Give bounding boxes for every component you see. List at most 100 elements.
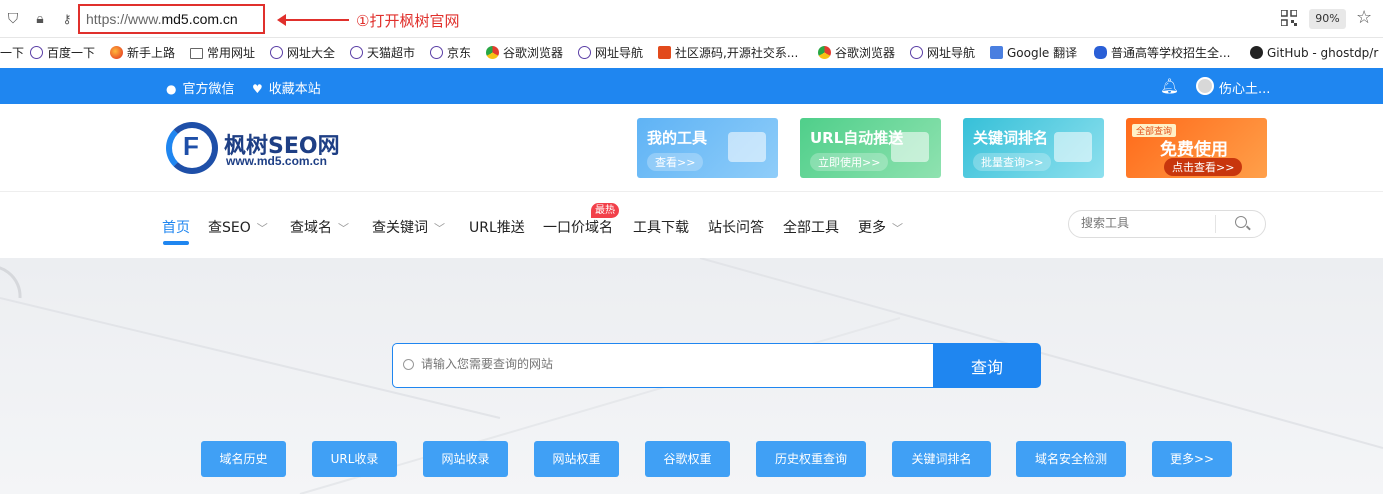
site-top-strip: ● 官方微信 ♥ 收藏本站 🔔︎ 伤心土... — [0, 68, 1383, 104]
bar-chart-icon — [1054, 132, 1092, 162]
url-domain: md5.com.cn — [161, 11, 238, 27]
main-nav: 首页 查SEO ﹀ 查域名 ﹀ 查关键词 ﹀ URL推送 一口价域名 最热 工具下载 … — [0, 192, 1383, 258]
free-use-card[interactable]: 全部查询 免费使用 点击查看>> — [1126, 118, 1267, 178]
quick-link-keyword-rank[interactable]: 关键词排名 — [892, 441, 991, 477]
quick-link-google-weight[interactable]: 谷歌权重 — [645, 441, 730, 477]
bookmark-item[interactable]: 新手上路 — [110, 45, 175, 61]
quick-link-site-index[interactable]: 网站收录 — [423, 441, 508, 477]
bookmark-star-icon[interactable]: ☆ — [1356, 7, 1372, 28]
card-button[interactable]: 点击查看>> — [1164, 158, 1243, 176]
globe-icon — [578, 46, 591, 59]
bookmark-item[interactable]: 天猫超市 — [350, 45, 415, 61]
qr-code-icon[interactable] — [1281, 10, 1297, 26]
wechat-link[interactable]: ● 官方微信 — [166, 78, 235, 97]
logo-domain: www.md5.com.cn — [226, 154, 327, 168]
bookmarks-bar: 一下 百度一下 新手上路 常用网址 网址大全 天猫超市 京东 谷歌浏览器 网址导… — [0, 38, 1383, 68]
toolbox-icon — [728, 132, 766, 162]
tool-search — [1068, 210, 1266, 238]
baidu-paw-icon — [1094, 46, 1107, 59]
github-icon — [1250, 46, 1263, 59]
search-icon — [403, 359, 414, 370]
card-title: 免费使用 — [1160, 140, 1228, 160]
chrome-icon — [818, 46, 831, 59]
url-input[interactable]: https://www.md5.com.cn — [78, 4, 265, 34]
card-title: 关键词排名 — [973, 129, 1049, 147]
firefox-icon — [110, 46, 123, 59]
url-icon — [891, 132, 929, 162]
bell-icon[interactable]: 🔔︎ — [1160, 77, 1179, 95]
globe-icon — [910, 46, 923, 59]
site-header: 枫树SEO网 www.md5.com.cn 我的工具 查看>> URL自动推送 … — [0, 104, 1383, 192]
bookmark-item[interactable]: 京东 — [430, 45, 471, 61]
bookmark-item[interactable]: 常用网址 — [190, 45, 255, 61]
nav-domain-price[interactable]: 一口价域名 — [543, 217, 613, 237]
bookmark-item[interactable]: Google 翻译 — [990, 45, 1077, 61]
wechat-icon: ● — [166, 82, 177, 96]
lock-icon[interactable]: 🔒︎ — [31, 10, 49, 28]
bookmark-item[interactable]: GitHub - ghostdp/r — [1250, 45, 1378, 61]
nav-qa[interactable]: 站长问答 — [708, 217, 764, 237]
site-search-input[interactable] — [421, 357, 901, 371]
nav-seo[interactable]: 查SEO ﹀ — [208, 217, 268, 237]
chrome-icon — [486, 46, 499, 59]
bookmark-item[interactable]: 一下 — [0, 45, 24, 61]
tool-search-input[interactable] — [1081, 216, 1211, 230]
bookmark-item[interactable]: 社区源码,开源社交系... — [658, 45, 798, 61]
keyword-rank-card[interactable]: 关键词排名 批量查询>> — [963, 118, 1104, 178]
logo-icon[interactable] — [166, 122, 218, 174]
my-tools-card[interactable]: 我的工具 查看>> — [637, 118, 778, 178]
globe-icon — [30, 46, 43, 59]
avatar[interactable] — [1196, 77, 1214, 95]
nav-domain[interactable]: 查域名 ﹀ — [290, 217, 349, 237]
shield-icon[interactable]: ⛉ — [4, 10, 22, 28]
permissions-icon[interactable]: ⚷ — [58, 10, 76, 28]
nav-more[interactable]: 更多 ﹀ — [858, 217, 903, 237]
hero-section: 查询 域名历史 URL收录 网站收录 网站权重 谷歌权重 历史权重查询 关键词排… — [0, 258, 1383, 494]
nav-active-indicator — [163, 241, 189, 245]
folder-icon — [190, 48, 203, 59]
card-button[interactable]: 查看>> — [647, 153, 704, 171]
bookmark-item[interactable]: 谷歌浏览器 — [818, 45, 895, 61]
translate-icon — [990, 46, 1003, 59]
card-button[interactable]: 批量查询>> — [973, 153, 1052, 171]
globe-icon — [270, 46, 283, 59]
annotation-text: ①打开枫树官网 — [356, 12, 460, 30]
quick-link-site-weight[interactable]: 网站权重 — [534, 441, 619, 477]
site-search-field — [392, 343, 933, 388]
bookmark-item[interactable]: 百度一下 — [30, 45, 95, 61]
search-icon[interactable] — [1235, 216, 1247, 228]
chevron-down-icon: ﹀ — [256, 222, 268, 235]
zoom-level[interactable]: 90% — [1309, 9, 1346, 29]
nav-keyword[interactable]: 查关键词 ﹀ — [372, 217, 445, 237]
favorite-link[interactable]: ♥ 收藏本站 — [252, 78, 321, 97]
quick-link-domain-security[interactable]: 域名安全检测 — [1016, 441, 1126, 477]
site-icon — [658, 46, 671, 59]
card-title: URL自动推送 — [810, 129, 904, 147]
user-name[interactable]: 伤心土... — [1219, 78, 1270, 97]
nav-download[interactable]: 工具下载 — [633, 217, 689, 237]
bookmark-item[interactable]: 网址大全 — [270, 45, 335, 61]
card-button[interactable]: 立即使用>> — [810, 153, 889, 171]
quick-link-domain-history[interactable]: 域名历史 — [201, 441, 286, 477]
divider — [1215, 215, 1216, 233]
quick-link-weight-history[interactable]: 历史权重查询 — [756, 441, 866, 477]
nav-url-push[interactable]: URL推送 — [469, 217, 525, 237]
bookmark-item[interactable]: 网址导航 — [578, 45, 643, 61]
site-search: 查询 — [392, 343, 1041, 388]
bookmark-item[interactable]: 网址导航 — [910, 45, 975, 61]
url-push-card[interactable]: URL自动推送 立即使用>> — [800, 118, 941, 178]
bookmark-item[interactable]: 谷歌浏览器 — [486, 45, 563, 61]
nav-all-tools[interactable]: 全部工具 — [783, 217, 839, 237]
chevron-down-icon: ﹀ — [892, 222, 903, 235]
hot-badge: 最热 — [591, 203, 619, 218]
search-button[interactable]: 查询 — [933, 343, 1041, 388]
quick-link-url-index[interactable]: URL收录 — [312, 441, 397, 477]
quick-link-more[interactable]: 更多>> — [1152, 441, 1232, 477]
card-title: 我的工具 — [647, 129, 708, 147]
nav-home[interactable]: 首页 — [162, 217, 190, 237]
globe-icon — [430, 46, 443, 59]
bookmark-item[interactable]: 普通高等学校招生全... — [1094, 45, 1230, 61]
url-prefix: https://www. — [86, 11, 162, 27]
chevron-down-icon: ﹀ — [434, 222, 445, 235]
annotation-arrow — [277, 14, 349, 26]
